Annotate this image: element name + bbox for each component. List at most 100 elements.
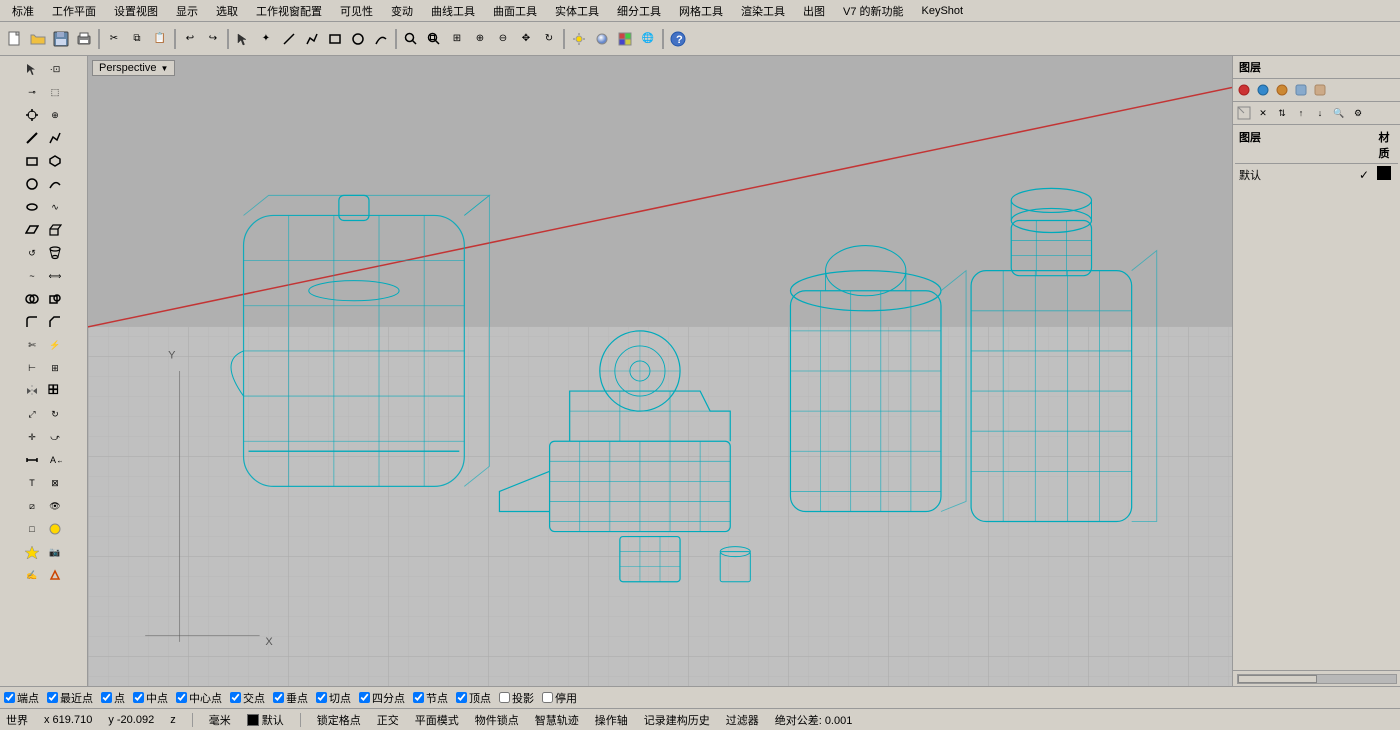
mirror-btn[interactable] [21,380,43,402]
ortho-mode-label[interactable]: 正交 [377,712,399,728]
undo-button[interactable]: ↩ [179,28,201,50]
snap-tan[interactable]: 切点 [316,690,351,706]
layer-color-swatch[interactable] [1374,166,1394,183]
layer-sort-btn[interactable]: ⇅ [1273,104,1291,122]
dim-btn[interactable]: A↔ [44,449,66,471]
boolean-union-btn[interactable] [21,288,43,310]
snap-knot[interactable]: 节点 [413,690,448,706]
snap-near-checkbox[interactable] [47,692,58,703]
menu-keyshot[interactable]: KeyShot [914,3,972,19]
menu-subdiv-tools[interactable]: 细分工具 [609,1,669,21]
ellipse-tool-btn[interactable] [21,196,43,218]
menu-v7-new[interactable]: V7 的新功能 [835,1,912,21]
blend-btn[interactable]: ~ [21,265,43,287]
line-tool-btn[interactable] [21,127,43,149]
cam-btn[interactable]: 📷 [44,541,66,563]
zoom-extent-button[interactable]: ⊞ [446,28,468,50]
rectangle-button[interactable] [324,28,346,50]
object-snap-label[interactable]: 物件锁点 [475,712,519,728]
zoom-out-button[interactable]: ⊖ [492,28,514,50]
snap-mode-label[interactable]: 锁定格点 [317,712,361,728]
snap-center[interactable]: 中心点 [176,690,222,706]
move-btn[interactable]: ✛ [21,426,43,448]
snap-quad[interactable]: 四分点 [359,690,405,706]
smart-track-label[interactable]: 智慧轨迹 [535,712,579,728]
layer-new-btn[interactable] [1235,81,1253,99]
polyline-tool-btn[interactable] [44,127,66,149]
rotate-btn[interactable]: ↻ [44,403,66,425]
viewport-area[interactable]: Y X [88,56,1232,686]
menu-output[interactable]: 出图 [795,1,833,21]
material-button[interactable] [614,28,636,50]
scroll-thumb[interactable] [1238,675,1317,683]
gumball-btn[interactable]: ⊕ [44,104,66,126]
layer-search-btn[interactable]: 🔍 [1330,104,1348,122]
extrude-btn[interactable] [44,219,66,241]
polygon-tool-btn[interactable] [44,150,66,172]
select-objects-btn[interactable] [21,58,43,80]
point-button[interactable]: ✦ [255,28,277,50]
menu-curve-tools[interactable]: 曲线工具 [423,1,483,21]
layer-expand-btn[interactable] [1235,104,1253,122]
boolean-diff-btn[interactable] [44,288,66,310]
select-pts-btn[interactable]: ·⊡ [44,58,66,80]
hatch-btn[interactable]: ⊠ [44,472,66,494]
new-button[interactable] [4,28,26,50]
arc-button[interactable] [370,28,392,50]
light-tool-btn[interactable] [21,541,43,563]
redo-button[interactable]: ↪ [202,28,224,50]
menu-setview[interactable]: 设置视图 [106,1,166,21]
layer-props-btn[interactable] [1254,81,1272,99]
layer-material-btn[interactable] [1311,81,1329,99]
split-btn[interactable]: ⚡ [44,334,66,356]
menu-surface-tools[interactable]: 曲面工具 [485,1,545,21]
group-btn[interactable]: ⊞ [44,357,66,379]
record-history-label[interactable]: 记录建构历史 [644,712,710,728]
snap-point[interactable]: 点 [101,690,125,706]
layer-delete-btn[interactable] [1273,81,1291,99]
menu-select[interactable]: 选取 [208,1,246,21]
snap-project-checkbox[interactable] [499,692,510,703]
snap-project[interactable]: 投影 [499,690,534,706]
polyline-button[interactable] [301,28,323,50]
loft-btn[interactable] [44,242,66,264]
freeform-btn[interactable]: ∿ [44,196,66,218]
menu-viewport-config[interactable]: 工作视窗配置 [248,1,330,21]
menu-standard[interactable]: 标准 [4,1,42,21]
search-button[interactable] [400,28,422,50]
rotate-view-button[interactable]: ↻ [538,28,560,50]
print-button[interactable] [73,28,95,50]
measure-btn[interactable] [21,449,43,471]
layer-color-btn[interactable] [1292,81,1310,99]
snap-vertex-checkbox[interactable] [456,692,467,703]
help-button[interactable]: ? [667,28,689,50]
snap-intersect[interactable]: 交点 [230,690,265,706]
fillet-btn[interactable] [21,311,43,333]
trim-btn[interactable]: ✄ [21,334,43,356]
snappy-btn[interactable] [44,564,66,586]
open-button[interactable] [27,28,49,50]
snap-near[interactable]: 最近点 [47,690,93,706]
scroll-track[interactable] [1237,674,1397,684]
snap-endpoint-checkbox[interactable] [4,692,15,703]
zoom-in-button[interactable]: ⊕ [469,28,491,50]
offset-btn[interactable]: ⟺ [44,265,66,287]
layer-visible-check[interactable]: ✓ [1354,168,1374,182]
filter-label[interactable]: 过滤器 [726,712,759,728]
text-btn[interactable]: T [21,472,43,494]
menu-workplane[interactable]: 工作平面 [44,1,104,21]
zoom-window-button[interactable] [423,28,445,50]
circle-button[interactable] [347,28,369,50]
annotate-btn[interactable]: ✍ [21,564,43,586]
render-preview-btn[interactable] [44,518,66,540]
snap-midpoint[interactable]: 中点 [133,690,168,706]
array-btn[interactable] [44,380,66,402]
viewport-canvas[interactable]: Y X [88,56,1232,686]
arc-tool-btn[interactable] [44,173,66,195]
viewport-label[interactable]: Perspective ▼ [92,60,175,76]
copy-button[interactable]: ⧉ [126,28,148,50]
viewport-dropdown-arrow[interactable]: ▼ [160,64,168,73]
line-button[interactable] [278,28,300,50]
block-btn[interactable]: ⧄ [21,495,43,517]
rect-tool-btn[interactable] [21,150,43,172]
